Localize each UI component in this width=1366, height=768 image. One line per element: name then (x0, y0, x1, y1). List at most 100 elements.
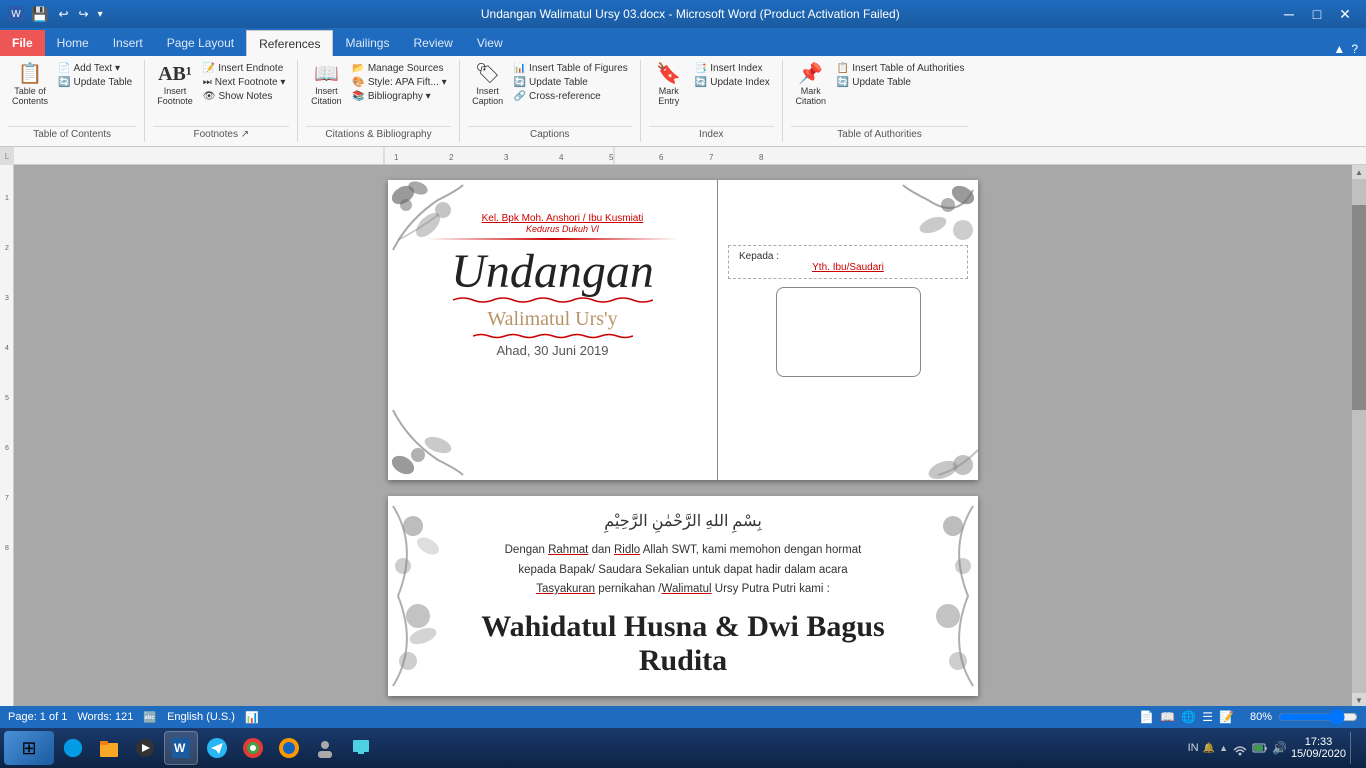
svg-text:7: 7 (709, 153, 714, 162)
taskbar-word-active[interactable]: W (164, 731, 198, 765)
view-outline[interactable]: ☰ (1202, 710, 1213, 724)
tab-view[interactable]: View (465, 30, 515, 56)
group-authorities: 📌 MarkCitation 📋 Insert Table of Authori… (783, 60, 977, 142)
update-cap-table-button[interactable]: 🔄 Update Table (510, 76, 632, 89)
taskbar-chrome[interactable] (236, 731, 270, 765)
quick-access-redo[interactable]: ↪ (76, 7, 92, 21)
document-page-1: Kel. Bpk Moh. Anshori / Ibu Kusmiati Ked… (388, 180, 978, 480)
group-cit-content: 📖 InsertCitation 📂 Manage Sources 🎨 Styl… (306, 62, 450, 124)
insert-table-figures-button[interactable]: 📊 Insert Table of Figures (510, 62, 632, 75)
invite-subtitle: Walimatul Urs'y (396, 308, 709, 331)
page1-left-panel: Kel. Bpk Moh. Anshori / Ibu Kusmiati Ked… (388, 180, 718, 480)
insert-citation-button[interactable]: 📖 InsertCitation (306, 62, 346, 108)
svg-text:1: 1 (5, 195, 9, 202)
quick-access-undo[interactable]: ↩ (55, 7, 71, 21)
view-draft[interactable]: 📝 (1219, 710, 1234, 724)
couple-name: Wahidatul Husna & Dwi Bagus Rudita (463, 610, 903, 678)
mark-cit-label: MarkCitation (796, 86, 827, 106)
scroll-up[interactable]: ▲ (1352, 165, 1366, 179)
footnote-icon: AB¹ (158, 64, 192, 84)
group-idx-content: 🔖 MarkEntry 📑 Insert Index 🔄 Update Inde… (649, 62, 774, 124)
page2-content: بِسْمِ اللهِ الرَّحْمٰنِ الرَّحِيْمِ Den… (388, 496, 978, 693)
tab-references[interactable]: References (246, 30, 333, 56)
show-notes-button[interactable]: 👁 Show Notes (199, 90, 290, 103)
insert-footnote-button[interactable]: AB¹ InsertFootnote (153, 62, 197, 108)
language-status[interactable]: English (U.S.) (167, 711, 235, 723)
group-citations: 📖 InsertCitation 📂 Manage Sources 🎨 Styl… (298, 60, 459, 142)
zoom-slider[interactable] (1278, 712, 1358, 722)
fn-dialog-launcher[interactable]: ↗ (241, 129, 249, 140)
xref-label: Cross-reference (529, 91, 601, 102)
update-index-button[interactable]: 🔄 Update Index (691, 76, 774, 89)
upd-idx-label: Update Index (710, 77, 770, 88)
style-button[interactable]: 🎨 Style: APA Fift... ▾ (348, 76, 450, 89)
tab-file[interactable]: File (0, 30, 45, 56)
document-scroll-area[interactable]: Kel. Bpk Moh. Anshori / Ibu Kusmiati Ked… (14, 165, 1352, 707)
taskbar-user[interactable] (308, 731, 342, 765)
ribbon-collapse[interactable]: ▲ (1333, 42, 1345, 56)
tab-mailings[interactable]: Mailings (333, 30, 401, 56)
mark-citation-button[interactable]: 📌 MarkCitation (791, 62, 831, 108)
view-web[interactable]: 🌐 (1181, 710, 1196, 724)
page-status: Page: 1 of 1 (8, 711, 67, 723)
add-text-button[interactable]: 📄 Add Text ▾ (54, 62, 136, 75)
group-auth-content: 📌 MarkCitation 📋 Insert Table of Authori… (791, 62, 969, 124)
start-button[interactable]: ⊞ (4, 731, 54, 765)
taskbar-explorer[interactable] (92, 731, 126, 765)
svg-text:1: 1 (394, 153, 399, 162)
close-button[interactable]: ✕ (1332, 4, 1358, 24)
tray-more[interactable]: ▲ (1219, 743, 1228, 753)
bibliography-button[interactable]: 📚 Bibliography ▾ (348, 90, 450, 103)
insert-caption-button[interactable]: 🏷 InsertCaption (468, 62, 508, 108)
insert-endnote-button[interactable]: 📝 Insert Endnote (199, 62, 290, 75)
update-toc-button[interactable]: 🔄 Update Table (54, 76, 136, 89)
address-box (776, 287, 921, 377)
maximize-button[interactable]: □ (1304, 4, 1330, 24)
view-reading[interactable]: 📖 (1160, 710, 1175, 724)
taskbar-ie[interactable] (56, 731, 90, 765)
minimize-button[interactable]: ─ (1276, 4, 1302, 24)
svg-text:6: 6 (659, 153, 664, 162)
tab-review[interactable]: Review (401, 30, 464, 56)
svg-text:3: 3 (504, 153, 509, 162)
taskbar-network[interactable] (344, 731, 378, 765)
update-cap-icon: 🔄 (514, 77, 526, 88)
cit-small-group: 📂 Manage Sources 🎨 Style: APA Fift... ▾ … (348, 62, 450, 103)
quick-access-save[interactable]: 💾 (28, 6, 51, 23)
quick-access-more[interactable]: ▾ (96, 9, 105, 20)
vertical-scrollbar[interactable]: ▲ ▼ (1352, 165, 1366, 707)
mark-entry-button[interactable]: 🔖 MarkEntry (649, 62, 689, 108)
taskbar-media[interactable] (128, 731, 162, 765)
idx-label: Insert Index (710, 63, 762, 74)
scroll-thumb[interactable] (1352, 205, 1366, 411)
tray-speaker[interactable]: 🔊 (1272, 741, 1287, 755)
view-normal[interactable]: 📄 (1139, 710, 1154, 724)
group-captions: 🏷 InsertCaption 📊 Insert Table of Figure… (460, 60, 641, 142)
upd-auth-label: Update Table (852, 77, 911, 88)
ribbon-help[interactable]: ? (1351, 42, 1358, 56)
tray-show-desktop[interactable] (1350, 732, 1356, 764)
tab-page-layout[interactable]: Page Layout (155, 30, 246, 56)
scroll-down[interactable]: ▼ (1352, 693, 1366, 707)
endnote-icon: 📝 (203, 63, 215, 74)
next-footnote-button[interactable]: ⏭ Next Footnote ▾ (199, 76, 290, 89)
update-auth-button[interactable]: 🔄 Update Table (833, 76, 969, 89)
toc-button[interactable]: 📋 Table ofContents (8, 62, 52, 108)
insert-index-button[interactable]: 📑 Insert Index (691, 62, 774, 75)
taskbar-telegram[interactable] (200, 731, 234, 765)
tab-home[interactable]: Home (45, 30, 101, 56)
spelling-icon[interactable]: 🔤 (143, 711, 157, 724)
cross-reference-button[interactable]: 🔗 Cross-reference (510, 90, 632, 103)
taskbar-firefox[interactable] (272, 731, 306, 765)
fn-small-group: 📝 Insert Endnote ⏭ Next Footnote ▾ 👁 Sho… (199, 62, 290, 103)
floral-br (908, 420, 978, 480)
insert-authorities-button[interactable]: 📋 Insert Table of Authorities (833, 62, 969, 75)
toc-icon: 📋 (18, 64, 43, 84)
tray-time: 17:33 15/09/2020 (1291, 736, 1346, 760)
title-bar-left: W 💾 ↩ ↪ ▾ (8, 6, 105, 23)
scroll-track[interactable] (1352, 179, 1366, 693)
idx-group-label: Index (649, 126, 774, 140)
footnote-label: InsertFootnote (157, 86, 193, 106)
manage-sources-button[interactable]: 📂 Manage Sources (348, 62, 450, 75)
tab-insert[interactable]: Insert (101, 30, 155, 56)
